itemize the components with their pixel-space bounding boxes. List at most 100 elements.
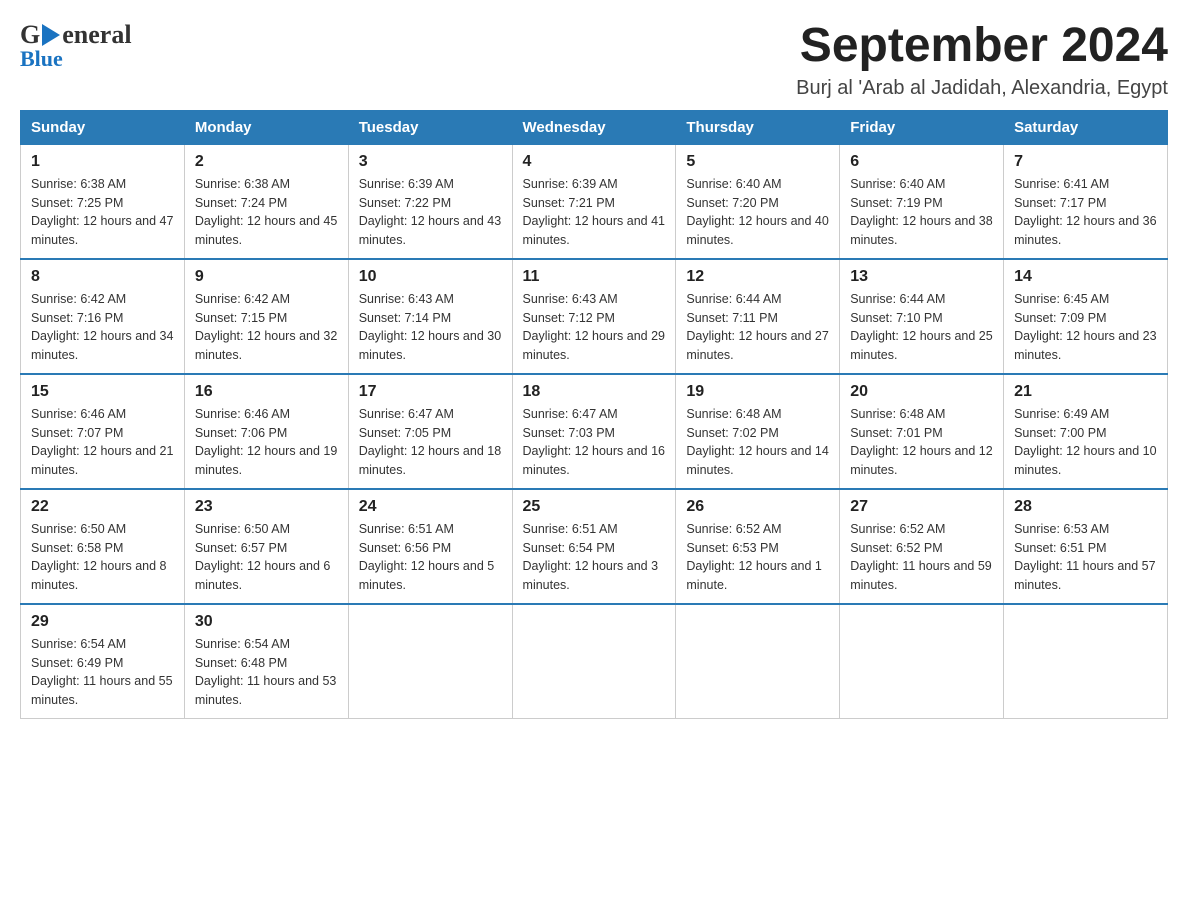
logo-eneral-text: eneral [62, 20, 131, 50]
weekday-header-saturday: Saturday [1004, 110, 1168, 144]
calendar-week-row: 29 Sunrise: 6:54 AMSunset: 6:49 PMDayligh… [21, 604, 1168, 719]
day-info: Sunrise: 6:52 AMSunset: 6:53 PMDaylight:… [686, 520, 829, 595]
calendar-day-cell [676, 604, 840, 719]
calendar-day-cell [1004, 604, 1168, 719]
calendar-day-cell: 9 Sunrise: 6:42 AMSunset: 7:15 PMDaylight… [184, 259, 348, 374]
calendar-day-cell: 19Sunrise: 6:48 AMSunset: 7:02 PMDayligh… [676, 374, 840, 489]
calendar-table: SundayMondayTuesdayWednesdayThursdayFrid… [20, 110, 1168, 719]
calendar-day-cell: 3 Sunrise: 6:39 AMSunset: 7:22 PMDaylight… [348, 144, 512, 259]
day-number: 20 [850, 383, 993, 401]
day-number: 9 [195, 268, 338, 286]
calendar-day-cell: 17 Sunrise: 6:47 AMSunset: 7:05 PMDayligh… [348, 374, 512, 489]
day-number: 25 [523, 498, 666, 516]
calendar-day-cell [840, 604, 1004, 719]
calendar-day-cell: 5 Sunrise: 6:40 AMSunset: 7:20 PMDaylight… [676, 144, 840, 259]
calendar-day-cell: 29 Sunrise: 6:54 AMSunset: 6:49 PMDayligh… [21, 604, 185, 719]
logo: G eneral Blue [20, 20, 132, 72]
day-info: Sunrise: 6:47 AMSunset: 7:05 PMDaylight:… [359, 405, 502, 480]
calendar-day-cell: 18 Sunrise: 6:47 AMSunset: 7:03 PMDayligh… [512, 374, 676, 489]
day-number: 26 [686, 498, 829, 516]
day-info: Sunrise: 6:47 AMSunset: 7:03 PMDaylight:… [523, 405, 666, 480]
calendar-day-cell: 16Sunrise: 6:46 AMSunset: 7:06 PMDayligh… [184, 374, 348, 489]
logo-arrow-icon [42, 24, 60, 46]
location-title: Burj al 'Arab al Jadidah, Alexandria, Eg… [796, 77, 1168, 100]
day-info: Sunrise: 6:46 AMSunset: 7:06 PMDaylight:… [195, 405, 338, 480]
calendar-day-cell: 21 Sunrise: 6:49 AMSunset: 7:00 PMDayligh… [1004, 374, 1168, 489]
day-number: 19 [686, 383, 829, 401]
weekday-header-thursday: Thursday [676, 110, 840, 144]
day-number: 5 [686, 153, 829, 171]
day-number: 8 [31, 268, 174, 286]
day-number: 11 [523, 268, 666, 286]
day-number: 4 [523, 153, 666, 171]
day-info: Sunrise: 6:39 AMSunset: 7:22 PMDaylight:… [359, 175, 502, 250]
day-info: Sunrise: 6:51 AMSunset: 6:56 PMDaylight:… [359, 520, 502, 595]
day-number: 18 [523, 383, 666, 401]
day-number: 27 [850, 498, 993, 516]
calendar-day-cell: 14 Sunrise: 6:45 AMSunset: 7:09 PMDayligh… [1004, 259, 1168, 374]
calendar-week-row: 15 Sunrise: 6:46 AMSunset: 7:07 PMDayligh… [21, 374, 1168, 489]
day-info: Sunrise: 6:38 AMSunset: 7:24 PMDaylight:… [195, 175, 338, 250]
day-number: 28 [1014, 498, 1157, 516]
day-info: Sunrise: 6:39 AMSunset: 7:21 PMDaylight:… [523, 175, 666, 250]
calendar-week-row: 22Sunrise: 6:50 AMSunset: 6:58 PMDayligh… [21, 489, 1168, 604]
day-info: Sunrise: 6:40 AMSunset: 7:20 PMDaylight:… [686, 175, 829, 250]
day-info: Sunrise: 6:48 AMSunset: 7:01 PMDaylight:… [850, 405, 993, 480]
day-info: Sunrise: 6:44 AMSunset: 7:11 PMDaylight:… [686, 290, 829, 365]
day-info: Sunrise: 6:52 AMSunset: 6:52 PMDaylight:… [850, 520, 993, 595]
calendar-day-cell: 27 Sunrise: 6:52 AMSunset: 6:52 PMDayligh… [840, 489, 1004, 604]
calendar-day-cell: 22Sunrise: 6:50 AMSunset: 6:58 PMDayligh… [21, 489, 185, 604]
day-number: 12 [686, 268, 829, 286]
weekday-header-friday: Friday [840, 110, 1004, 144]
day-number: 1 [31, 153, 174, 171]
day-info: Sunrise: 6:43 AMSunset: 7:12 PMDaylight:… [523, 290, 666, 365]
day-number: 24 [359, 498, 502, 516]
weekday-header-row: SundayMondayTuesdayWednesdayThursdayFrid… [21, 110, 1168, 144]
day-number: 15 [31, 383, 174, 401]
day-number: 21 [1014, 383, 1157, 401]
weekday-header-tuesday: Tuesday [348, 110, 512, 144]
calendar-day-cell: 12 Sunrise: 6:44 AMSunset: 7:11 PMDayligh… [676, 259, 840, 374]
weekday-header-wednesday: Wednesday [512, 110, 676, 144]
calendar-week-row: 1 Sunrise: 6:38 AMSunset: 7:25 PMDaylight… [21, 144, 1168, 259]
month-title: September 2024 [796, 20, 1168, 73]
day-info: Sunrise: 6:40 AMSunset: 7:19 PMDaylight:… [850, 175, 993, 250]
day-number: 7 [1014, 153, 1157, 171]
header: G eneral Blue September 2024 Burj al 'Ar… [20, 20, 1168, 100]
day-info: Sunrise: 6:42 AMSunset: 7:15 PMDaylight:… [195, 290, 338, 365]
day-info: Sunrise: 6:42 AMSunset: 7:16 PMDaylight:… [31, 290, 174, 365]
calendar-day-cell: 26 Sunrise: 6:52 AMSunset: 6:53 PMDayligh… [676, 489, 840, 604]
calendar-day-cell [512, 604, 676, 719]
day-info: Sunrise: 6:54 AMSunset: 6:49 PMDaylight:… [31, 635, 174, 710]
title-area: September 2024 Burj al 'Arab al Jadidah,… [796, 20, 1168, 100]
day-number: 14 [1014, 268, 1157, 286]
calendar-day-cell: 20 Sunrise: 6:48 AMSunset: 7:01 PMDayligh… [840, 374, 1004, 489]
calendar-day-cell: 2 Sunrise: 6:38 AMSunset: 7:24 PMDaylight… [184, 144, 348, 259]
calendar-day-cell: 24 Sunrise: 6:51 AMSunset: 6:56 PMDayligh… [348, 489, 512, 604]
day-info: Sunrise: 6:44 AMSunset: 7:10 PMDaylight:… [850, 290, 993, 365]
calendar-week-row: 8 Sunrise: 6:42 AMSunset: 7:16 PMDaylight… [21, 259, 1168, 374]
day-number: 29 [31, 613, 174, 631]
day-info: Sunrise: 6:46 AMSunset: 7:07 PMDaylight:… [31, 405, 174, 480]
day-info: Sunrise: 6:51 AMSunset: 6:54 PMDaylight:… [523, 520, 666, 595]
day-info: Sunrise: 6:43 AMSunset: 7:14 PMDaylight:… [359, 290, 502, 365]
calendar-day-cell: 13 Sunrise: 6:44 AMSunset: 7:10 PMDayligh… [840, 259, 1004, 374]
day-number: 10 [359, 268, 502, 286]
day-info: Sunrise: 6:53 AMSunset: 6:51 PMDaylight:… [1014, 520, 1157, 595]
day-info: Sunrise: 6:49 AMSunset: 7:00 PMDaylight:… [1014, 405, 1157, 480]
calendar-day-cell: 8 Sunrise: 6:42 AMSunset: 7:16 PMDaylight… [21, 259, 185, 374]
day-number: 13 [850, 268, 993, 286]
day-number: 2 [195, 153, 338, 171]
day-info: Sunrise: 6:38 AMSunset: 7:25 PMDaylight:… [31, 175, 174, 250]
day-number: 30 [195, 613, 338, 631]
calendar-day-cell: 28 Sunrise: 6:53 AMSunset: 6:51 PMDayligh… [1004, 489, 1168, 604]
day-number: 17 [359, 383, 502, 401]
calendar-day-cell: 11 Sunrise: 6:43 AMSunset: 7:12 PMDayligh… [512, 259, 676, 374]
day-number: 3 [359, 153, 502, 171]
day-info: Sunrise: 6:45 AMSunset: 7:09 PMDaylight:… [1014, 290, 1157, 365]
day-number: 22 [31, 498, 174, 516]
day-info: Sunrise: 6:50 AMSunset: 6:57 PMDaylight:… [195, 520, 338, 595]
weekday-header-sunday: Sunday [21, 110, 185, 144]
day-number: 23 [195, 498, 338, 516]
day-info: Sunrise: 6:54 AMSunset: 6:48 PMDaylight:… [195, 635, 338, 710]
